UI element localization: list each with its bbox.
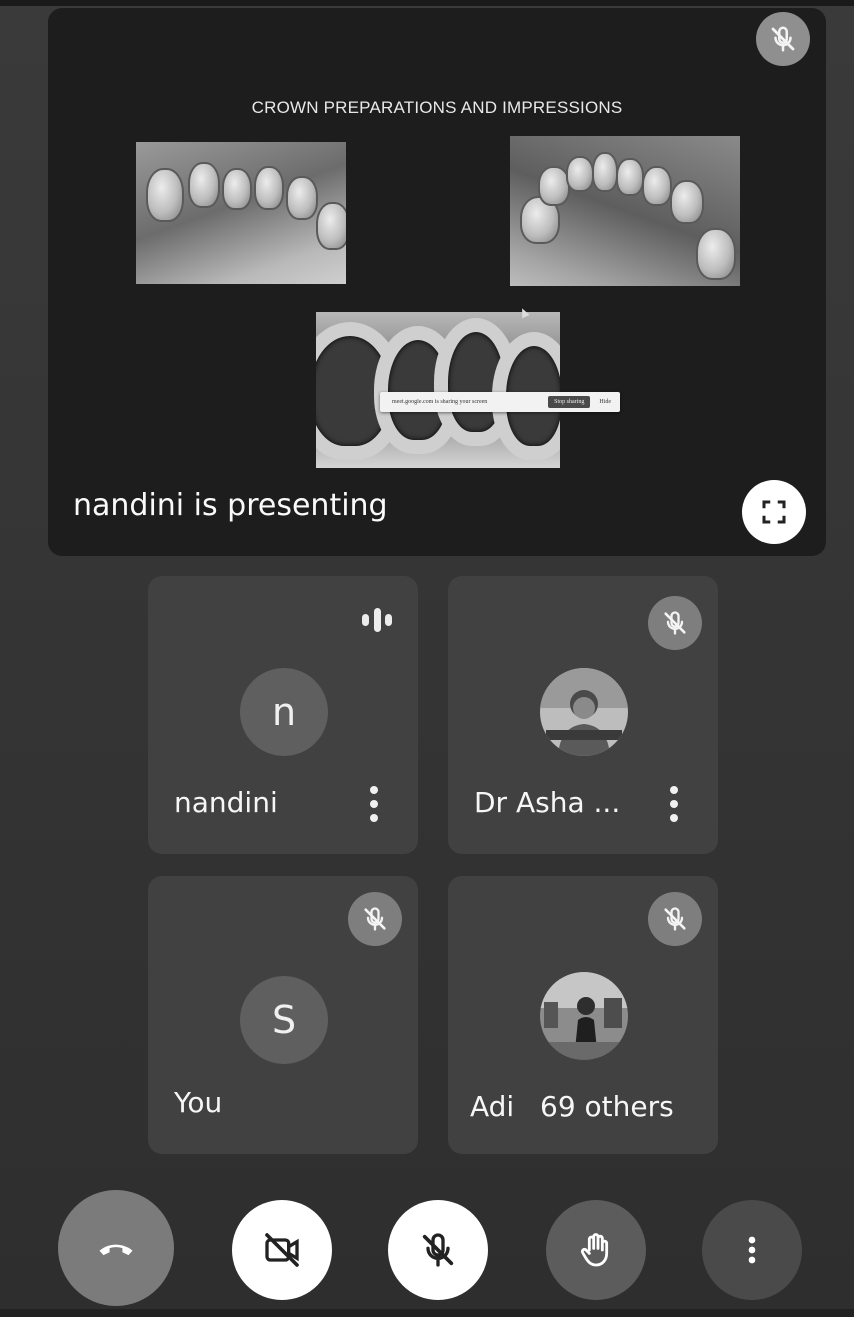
- participant-tile-nandini[interactable]: n nandini: [148, 576, 418, 854]
- camera-toggle-button[interactable]: [232, 1200, 332, 1300]
- avatar: S: [240, 976, 328, 1064]
- more-options-button[interactable]: [702, 1200, 802, 1300]
- mic-off-icon: [422, 1233, 454, 1267]
- screen-top-edge: [0, 0, 854, 6]
- avatar: [540, 972, 628, 1060]
- presentation-stage[interactable]: CROWN PREPARATIONS AND IMPRESSIONS meet.…: [48, 8, 826, 556]
- participant-tile-others[interactable]: Adi 69 others: [448, 876, 718, 1154]
- slide-photo-preparation-1: [136, 142, 346, 284]
- more-options-icon[interactable]: [364, 782, 384, 826]
- screen-share-notification: meet.google.com is sharing your screen S…: [380, 392, 620, 412]
- call-controls-bar: [0, 1188, 854, 1308]
- more-options-icon: [748, 1236, 756, 1264]
- participant-name: nandini: [174, 786, 278, 819]
- raise-hand-icon: [580, 1233, 609, 1267]
- end-call-icon: [99, 1244, 133, 1256]
- slide-title: CROWN PREPARATIONS AND IMPRESSIONS: [251, 98, 623, 117]
- avatar: [540, 668, 628, 756]
- hide-share-bar-button[interactable]: Hide: [594, 396, 616, 408]
- fullscreen-button[interactable]: [742, 480, 806, 544]
- raise-hand-button[interactable]: [546, 1200, 646, 1300]
- mic-off-icon: [648, 596, 702, 650]
- more-options-icon[interactable]: [664, 782, 684, 826]
- mic-toggle-button[interactable]: [388, 1200, 488, 1300]
- participant-tile-you[interactable]: S You: [148, 876, 418, 1154]
- slide-photo-preparation-2: [510, 136, 740, 286]
- stop-sharing-button[interactable]: Stop sharing: [548, 396, 591, 408]
- participant-name: Dr Asha ...: [474, 786, 621, 819]
- camera-off-icon: [265, 1233, 299, 1267]
- mic-off-icon: [348, 892, 402, 946]
- speaking-indicator-icon: [362, 608, 392, 632]
- participant-name: You: [174, 1086, 223, 1119]
- presenting-label: nandini is presenting: [73, 488, 388, 523]
- screen-bottom-edge: [0, 1309, 854, 1317]
- participant-tile-dr-asha[interactable]: Dr Asha ...: [448, 576, 718, 854]
- mic-off-icon: [648, 892, 702, 946]
- fullscreen-icon: [762, 500, 786, 524]
- slide-photo-impression: [316, 312, 560, 468]
- others-count-label: 69 others: [532, 1090, 674, 1123]
- end-call-button[interactable]: [58, 1190, 174, 1306]
- avatar: n: [240, 668, 328, 756]
- participant-name: Adi: [470, 1090, 515, 1123]
- meeting-screen: CROWN PREPARATIONS AND IMPRESSIONS meet.…: [0, 0, 854, 1317]
- screen-share-message: meet.google.com is sharing your screen: [392, 399, 488, 405]
- mic-off-icon: [756, 12, 810, 66]
